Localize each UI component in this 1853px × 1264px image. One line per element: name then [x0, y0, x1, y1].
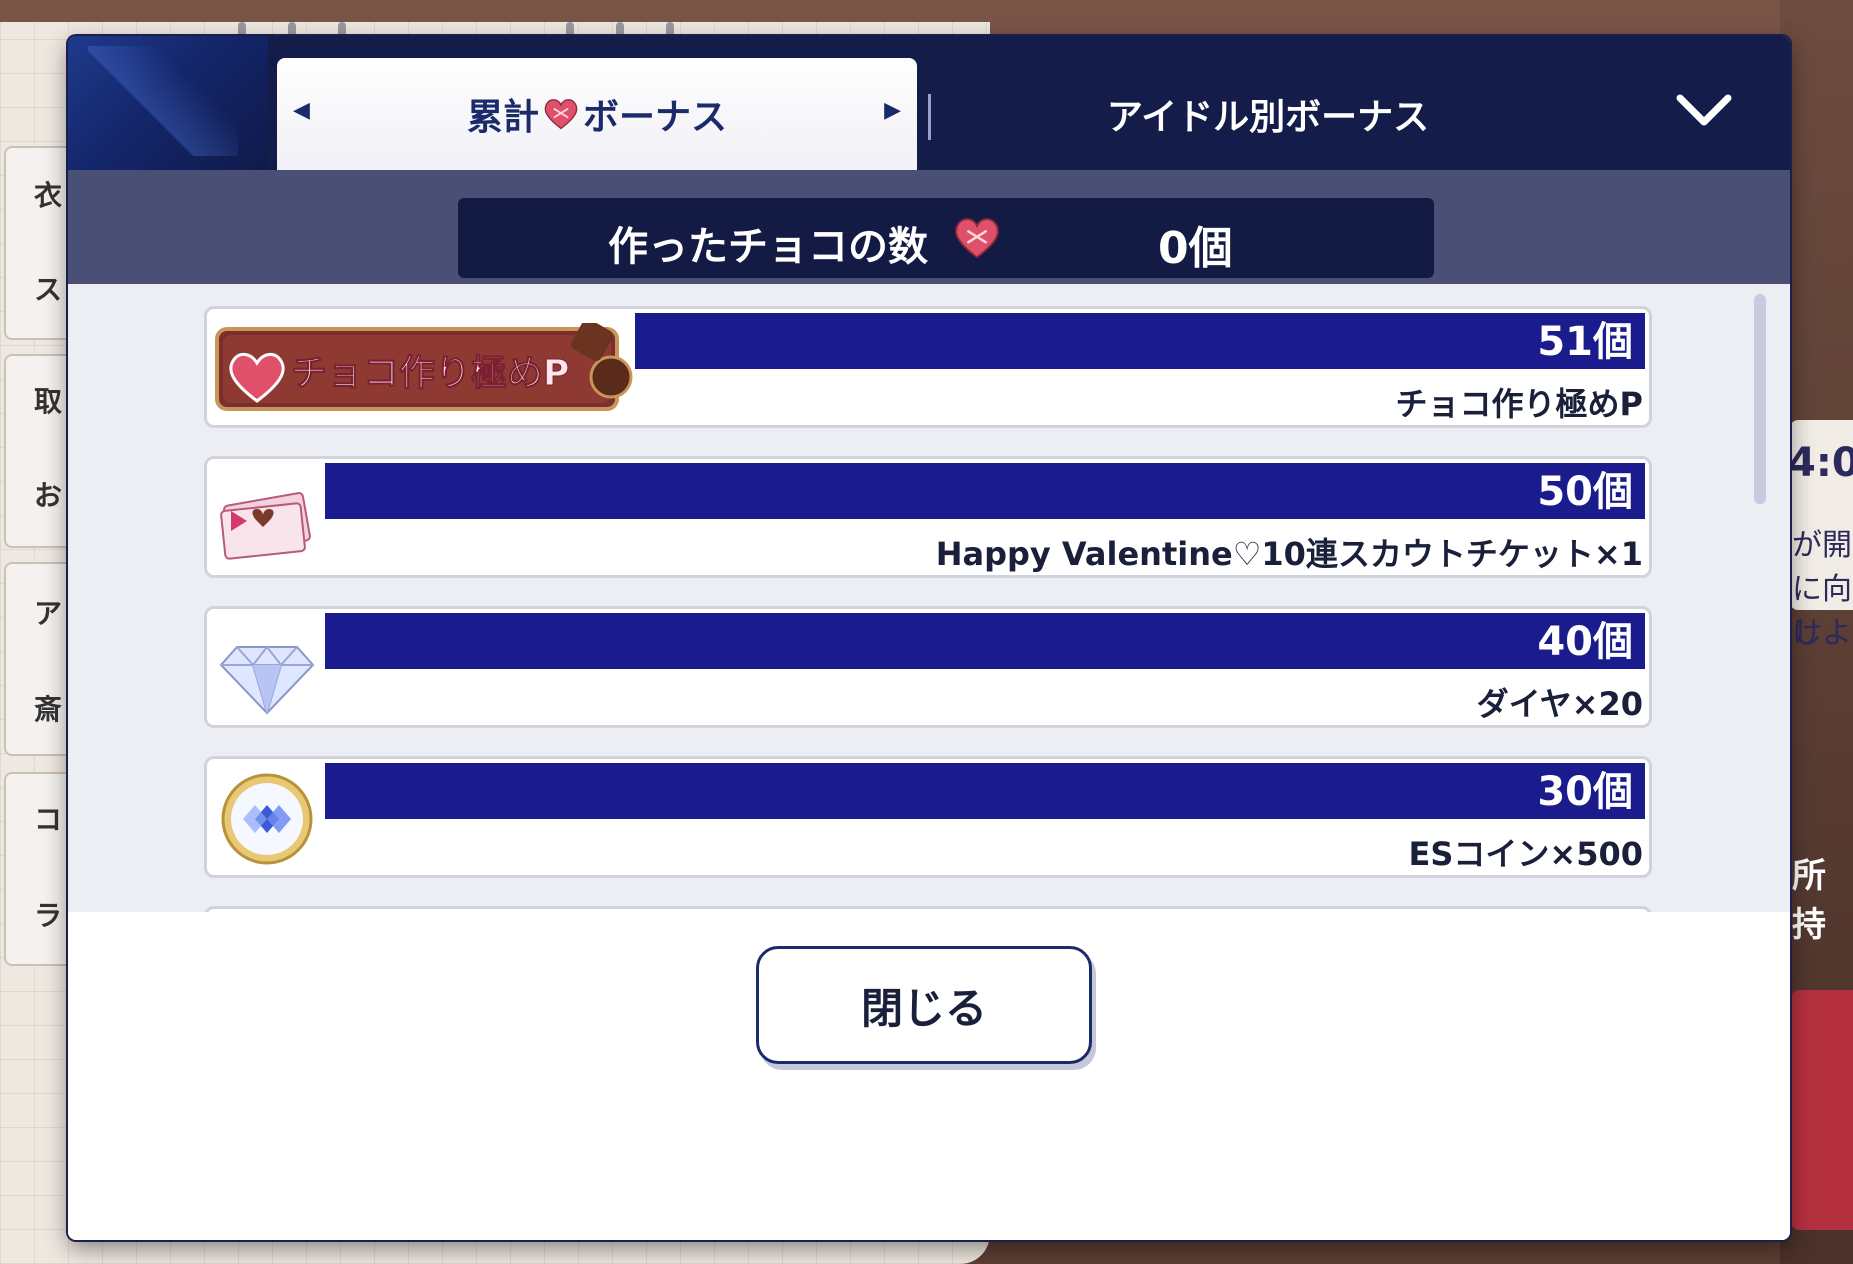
chocolate-heart-icon	[544, 99, 578, 130]
close-button[interactable]: 閉じる	[756, 946, 1092, 1064]
chocolate-heart-icon	[955, 218, 999, 259]
background-text: コ	[34, 803, 63, 836]
tab-cumulative-bonus[interactable]: ◀ 累計 ボーナス ▶	[277, 58, 917, 170]
chocolate-count-band: 作ったチョコの数 0個	[68, 170, 1790, 284]
background-text: が開	[1792, 528, 1852, 563]
background-text: 所持	[1792, 856, 1826, 945]
background-banner	[1790, 990, 1853, 1230]
background-text: お	[34, 479, 63, 512]
scout-ticket-icon	[220, 492, 311, 560]
reward-threshold: 50個	[325, 463, 1645, 519]
title-badge-icon: チョコ作り極めP	[215, 323, 633, 411]
background-text: ア	[34, 597, 63, 630]
bonus-modal: ◀ 累計 ボーナス ▶ アイドル別ボーナス 作ったチョコの数 0個 チョコ作り極…	[68, 36, 1790, 1240]
tab-cumulative-label-right: ボーナス	[583, 97, 728, 138]
modal-footer: 閉じる	[68, 912, 1790, 1240]
tab-divider	[928, 94, 931, 140]
chevron-down-icon[interactable]	[1674, 88, 1734, 132]
reward-row: 50個 Happy Valentine♡10連スカウトチケット×1	[204, 456, 1652, 578]
header-decoration	[68, 36, 268, 170]
tab-idol-bonus[interactable]: アイドル別ボーナス	[948, 58, 1588, 170]
tab-next-arrow-icon[interactable]: ▶	[884, 98, 901, 123]
reward-name: Happy Valentine♡10連スカウトチケット×1	[935, 535, 1643, 573]
reward-row: チョコ作り極めP 51個 チョコ作り極めP	[204, 306, 1652, 428]
modal-header: ◀ 累計 ボーナス ▶ アイドル別ボーナス	[68, 36, 1790, 170]
tab-prev-arrow-icon[interactable]: ◀	[293, 98, 310, 123]
reward-threshold: 51個	[635, 313, 1645, 369]
background-text: 衣	[34, 179, 63, 212]
reward-row: 40個 ダイヤ×20	[204, 606, 1652, 728]
reward-row: 30個 ESコイン×500	[204, 756, 1652, 878]
background-text: 取	[34, 385, 63, 418]
list-scrollbar[interactable]	[1754, 294, 1766, 504]
tab-cumulative-label-left: 累計	[466, 97, 539, 138]
background-timer-text: 4:0	[1788, 440, 1853, 486]
reward-name: チョコ作り極めP	[1395, 385, 1643, 423]
chocolate-count-box: 作ったチョコの数 0個	[458, 198, 1434, 278]
reward-name: ESコイン×500	[1408, 835, 1643, 873]
diamond-icon	[219, 645, 315, 715]
reward-list[interactable]: チョコ作り極めP 51個 チョコ作り極めP 50個 Happy Valentin…	[68, 284, 1790, 912]
badge-text: チョコ作り極めP	[291, 353, 569, 394]
chocolate-count-value: 0個	[1158, 223, 1233, 274]
reward-name: ダイヤ×20	[1476, 685, 1643, 723]
background-text: ラ	[34, 899, 63, 932]
reward-threshold: 30個	[325, 763, 1645, 819]
es-coin-icon	[221, 773, 313, 865]
background-text: 斎	[34, 693, 63, 726]
background-text: しよ	[1792, 616, 1852, 651]
background-text: ス	[34, 273, 63, 306]
chocolate-count-label: 作ったチョコの数	[608, 224, 928, 270]
reward-threshold: 40個	[325, 613, 1645, 669]
